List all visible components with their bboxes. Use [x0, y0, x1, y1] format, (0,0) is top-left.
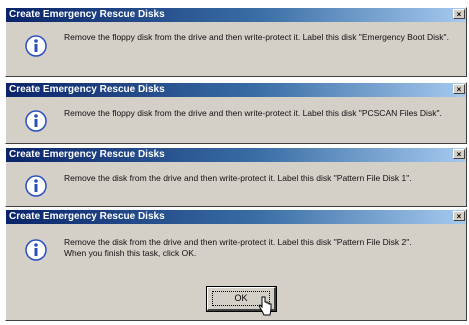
close-button[interactable]: × — [453, 9, 465, 19]
info-icon — [25, 239, 47, 261]
dialog-title: Create Emergency Rescue Disks — [9, 9, 165, 20]
dialog-message: Remove the floppy disk from the drive an… — [64, 32, 449, 42]
dialog-title: Create Emergency Rescue Disks — [9, 211, 165, 222]
dialog-titlebar[interactable]: Create Emergency Rescue Disks × — [6, 8, 466, 22]
hand-cursor-icon — [258, 296, 272, 316]
rescue-dialog-1: Create Emergency Rescue Disks × Remove t… — [5, 7, 467, 77]
dialog-message-line: Remove the disk from the drive and then … — [64, 237, 412, 247]
dialog-message: Remove the disk from the drive and then … — [64, 237, 454, 259]
rescue-dialog-2: Create Emergency Rescue Disks × Remove t… — [5, 82, 467, 144]
info-icon — [25, 35, 47, 57]
rescue-dialog-3: Create Emergency Rescue Disks × Remove t… — [5, 147, 467, 207]
dialog-title: Create Emergency Rescue Disks — [9, 84, 165, 95]
dialog-title: Create Emergency Rescue Disks — [9, 149, 165, 160]
close-button[interactable]: × — [453, 149, 465, 159]
close-button[interactable]: × — [453, 211, 465, 221]
close-button[interactable]: × — [453, 84, 465, 94]
ok-button-label: OK — [234, 293, 248, 303]
dialog-instruction: When you finish this task, click OK. — [64, 248, 197, 258]
dialog-titlebar[interactable]: Create Emergency Rescue Disks × — [6, 148, 466, 162]
dialog-message: Remove the disk from the drive and then … — [64, 173, 412, 183]
info-icon — [25, 110, 47, 132]
dialog-titlebar[interactable]: Create Emergency Rescue Disks × — [6, 210, 466, 224]
dialog-message: Remove the floppy disk from the drive an… — [64, 108, 442, 118]
info-icon — [25, 175, 47, 197]
dialog-titlebar[interactable]: Create Emergency Rescue Disks × — [6, 83, 466, 97]
